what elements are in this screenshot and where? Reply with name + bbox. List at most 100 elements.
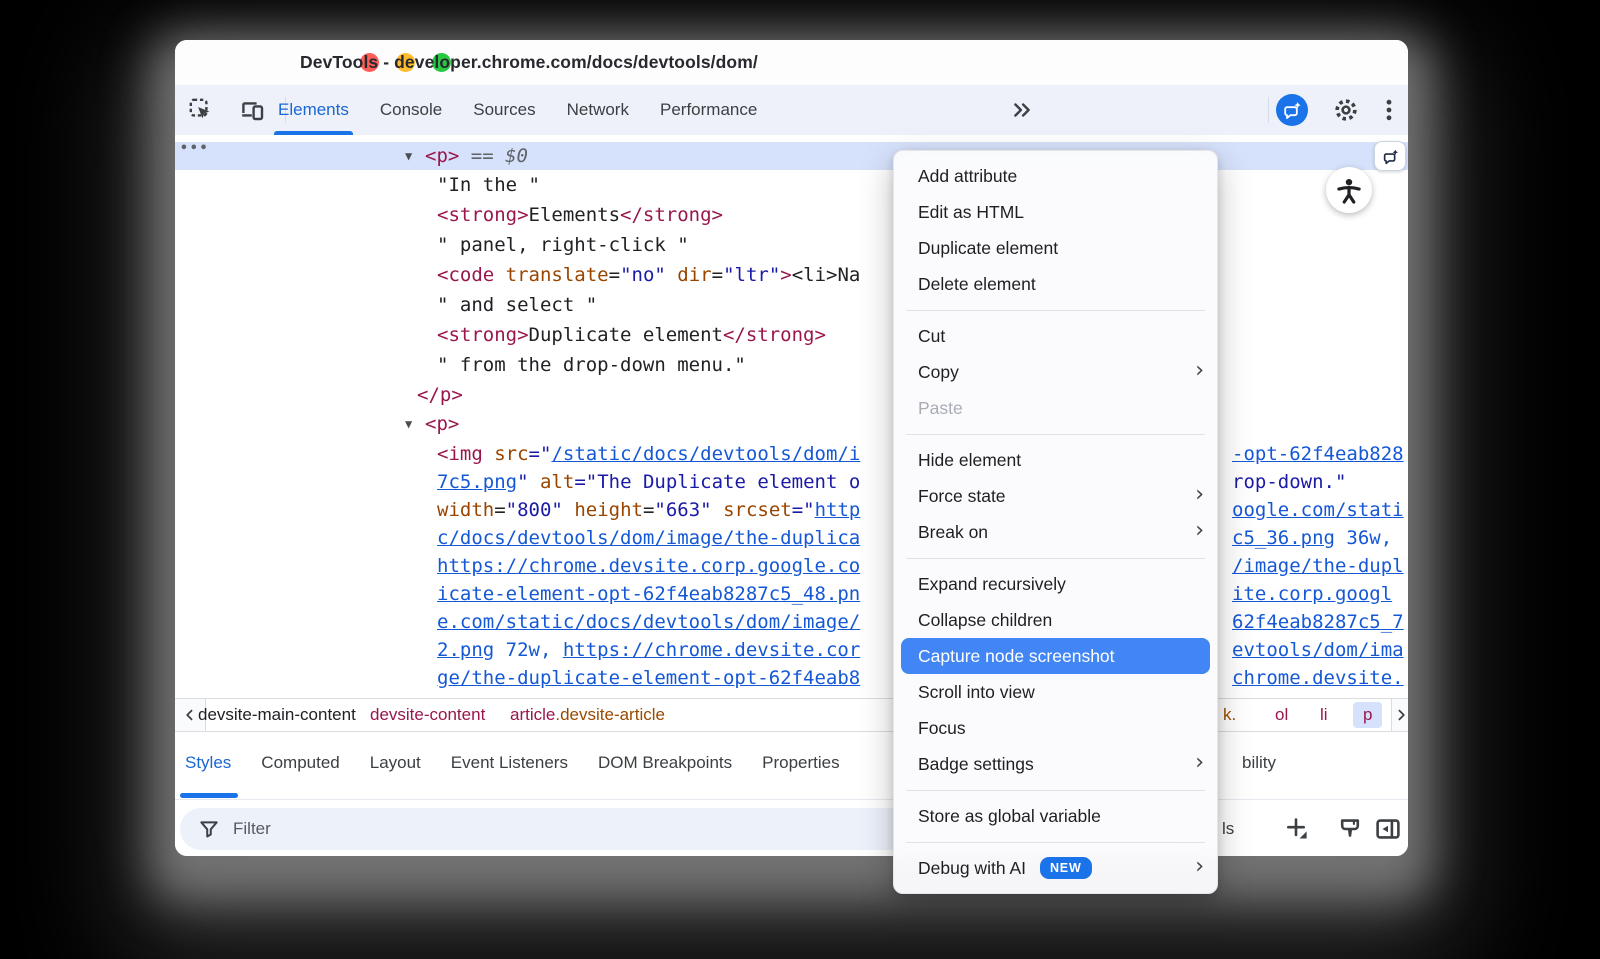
dom-node-line[interactable]: <strong>Duplicate element</strong>	[175, 321, 1408, 349]
dom-node-line[interactable]: <strong>Elements</strong>	[175, 201, 1408, 229]
dom-node-line[interactable]: ▼<p>	[175, 410, 1408, 438]
sidebar-tab-dom-breakpoints[interactable]: DOM Breakpoints	[598, 753, 732, 773]
inspect-element-icon[interactable]	[189, 98, 213, 122]
menu-item-edit-as-html[interactable]: Edit as HTML	[894, 194, 1217, 230]
dom-node-line[interactable]: " panel, right-click "	[175, 231, 1408, 259]
dom-node-line[interactable]: </p>	[175, 381, 1408, 409]
screenshot-stage: DevTools - developer.chrome.com/docs/dev…	[0, 0, 1600, 959]
toggle-sidebar-icon[interactable]	[1375, 816, 1401, 842]
menu-item-duplicate-element[interactable]: Duplicate element	[894, 230, 1217, 266]
window-title: DevTools - developer.chrome.com/docs/dev…	[300, 40, 758, 85]
expand-arrow-icon[interactable]: ▼	[405, 410, 412, 438]
menu-item-label: Copy	[918, 362, 959, 383]
new-style-rule-plus-icon[interactable]	[1283, 816, 1309, 842]
sidebar-tab-event-listeners[interactable]: Event Listeners	[451, 753, 568, 773]
dom-node-line[interactable]: c/docs/devtools/dom/image/the-duplicac5_…	[175, 524, 1408, 552]
cls-toggle-clipped[interactable]: ls	[1222, 808, 1234, 850]
menu-item-label: Cut	[918, 326, 945, 347]
more-dots-indicator[interactable]: •••	[180, 135, 209, 163]
menu-item-break-on[interactable]: Break on›	[894, 514, 1217, 550]
dom-node-line[interactable]: <img src="/static/docs/devtools/dom/i-op…	[175, 440, 1408, 468]
menu-item-badge-settings[interactable]: Badge settings ›	[894, 746, 1217, 782]
expand-arrow-icon[interactable]: ▼	[405, 142, 412, 170]
menu-item-label: Scroll into view	[918, 682, 1035, 703]
menu-item-force-state[interactable]: Force state›	[894, 478, 1217, 514]
dom-node-line[interactable]: e.com/static/docs/devtools/dom/image/62f…	[175, 608, 1408, 636]
menu-item-focus[interactable]: Focus	[894, 710, 1217, 746]
tab-sources[interactable]: Sources	[473, 85, 535, 135]
sidebar-tab-styles[interactable]: Styles	[185, 753, 231, 773]
code-text-after-menu: ite.corp.googl	[1232, 580, 1392, 608]
dom-node-line[interactable]: https://chrome.devsite.corp.google.co/im…	[175, 552, 1408, 580]
sidebar-tab-computed[interactable]: Computed	[261, 753, 339, 773]
menu-item-add-attribute[interactable]: Add attribute	[894, 158, 1217, 194]
menu-item-scroll-into-view[interactable]: Scroll into view	[894, 674, 1217, 710]
tab-performance[interactable]: Performance	[660, 85, 757, 135]
code-text-after-menu: oogle.com/stati	[1232, 496, 1404, 524]
tab-elements[interactable]: Elements	[278, 85, 349, 135]
submenu-arrow-icon: ›	[1195, 484, 1204, 506]
menu-item-copy[interactable]: Copy›	[894, 354, 1217, 390]
menu-item-hide-element[interactable]: Hide element	[894, 442, 1217, 478]
code-text-after-menu: chrome.devsite.	[1232, 664, 1404, 692]
menu-item-store-as-global-variable[interactable]: Store as global variable	[894, 798, 1217, 834]
menu-separator	[906, 558, 1205, 559]
code-text: <strong>Elements</strong>	[437, 201, 893, 229]
tab-accessibility-clipped[interactable]: bility	[1242, 732, 1276, 794]
breadcrumb-item[interactable]: li	[1320, 699, 1328, 731]
breadcrumb-scroll-right-button[interactable]	[1391, 699, 1408, 731]
kebab-menu-icon[interactable]	[1377, 98, 1401, 122]
settings-gear-icon[interactable]	[1333, 97, 1359, 123]
sidebar-tab-properties[interactable]: Properties	[762, 753, 839, 773]
device-toolbar-icon[interactable]	[241, 98, 265, 122]
code-text: 2.png 72w, https://chrome.devsite.cor	[437, 636, 893, 664]
menu-item-collapse-children[interactable]: Collapse children	[894, 602, 1217, 638]
sidebar-tabs: Styles Computed Layout Event Listeners DOM B…	[185, 732, 840, 794]
menu-item-cut[interactable]: Cut	[894, 318, 1217, 354]
dom-node-line[interactable]: <code translate="no" dir="ltr"><li>Na	[175, 261, 1408, 289]
dom-node-line[interactable]: width="800" height="663" srcset="httpoog…	[175, 496, 1408, 524]
breadcrumb-item[interactable]: ol	[1275, 699, 1288, 731]
elements-dom-tree: •••▼<p> == $0"In the "<strong>Elements</…	[175, 135, 1408, 698]
code-text-after-menu: evtools/dom/ima	[1232, 636, 1404, 664]
tab-console[interactable]: Console	[380, 85, 442, 135]
dom-node-line[interactable]: " and select "	[175, 291, 1408, 319]
brush-icon[interactable]	[1337, 816, 1363, 842]
dom-node-line[interactable]: 7c5.png" alt="The Duplicate element orop…	[175, 468, 1408, 496]
breadcrumb-item[interactable]: article.devsite-article	[510, 699, 665, 731]
dom-node-line[interactable]: icate-element-opt-62f4eab8287c5_48.pnite…	[175, 580, 1408, 608]
new-badge: NEW	[1040, 857, 1092, 879]
styles-pane-toolbar: ls	[175, 800, 1408, 856]
menu-item-label: Collapse children	[918, 610, 1052, 631]
dom-node-line[interactable]: "In the "	[175, 171, 1408, 199]
menu-item-label: Paste	[918, 398, 963, 419]
menu-item-capture-node-screenshot[interactable]: Capture node screenshot	[901, 638, 1210, 674]
menu-item-expand-recursively[interactable]: Expand recursively	[894, 566, 1217, 602]
filter-input[interactable]	[231, 818, 635, 840]
dom-node-line[interactable]: " from the drop-down menu."	[175, 351, 1408, 379]
ai-assistance-button[interactable]	[1276, 94, 1308, 126]
dom-node-line[interactable]: ge/the-duplicate-element-opt-62f4eab8chr…	[175, 664, 1408, 692]
breadcrumb-item[interactable]: p	[1363, 699, 1372, 731]
code-text-after-menu: 62f4eab8287c5_7	[1232, 608, 1404, 636]
menu-item-delete-element[interactable]: Delete element	[894, 266, 1217, 302]
breadcrumb-item[interactable]: k.	[1223, 699, 1236, 731]
submenu-arrow-icon: ›	[1195, 752, 1204, 774]
toolbar-divider-right	[1268, 97, 1269, 123]
dom-node-line[interactable]: 2.png 72w, https://chrome.devsite.cor evt…	[175, 636, 1408, 664]
breadcrumb-bar: devsite-main-content devsite-content artic…	[175, 698, 1408, 732]
breadcrumb-item[interactable]: devsite-main-content	[198, 699, 356, 731]
menu-separator	[906, 310, 1205, 311]
row-ai-hint-button[interactable]	[1374, 141, 1406, 171]
code-text: " panel, right-click "	[437, 231, 893, 259]
tab-network[interactable]: Network	[567, 85, 629, 135]
menu-item-paste[interactable]: Paste	[894, 390, 1217, 426]
menu-item-debug-with-ai[interactable]: Debug with AINEW›	[894, 850, 1217, 886]
more-panels-icon[interactable]	[1011, 99, 1033, 121]
code-text-after-menu: /image/the-dupl	[1232, 552, 1404, 580]
menu-item-label: Badge settings	[918, 754, 1034, 775]
accessibility-overlay-button[interactable]	[1326, 167, 1372, 213]
breadcrumb-item[interactable]: devsite-content	[370, 699, 485, 731]
sidebar-tab-layout[interactable]: Layout	[370, 753, 421, 773]
dom-node-selected[interactable]: •••▼<p> == $0	[175, 142, 1408, 170]
